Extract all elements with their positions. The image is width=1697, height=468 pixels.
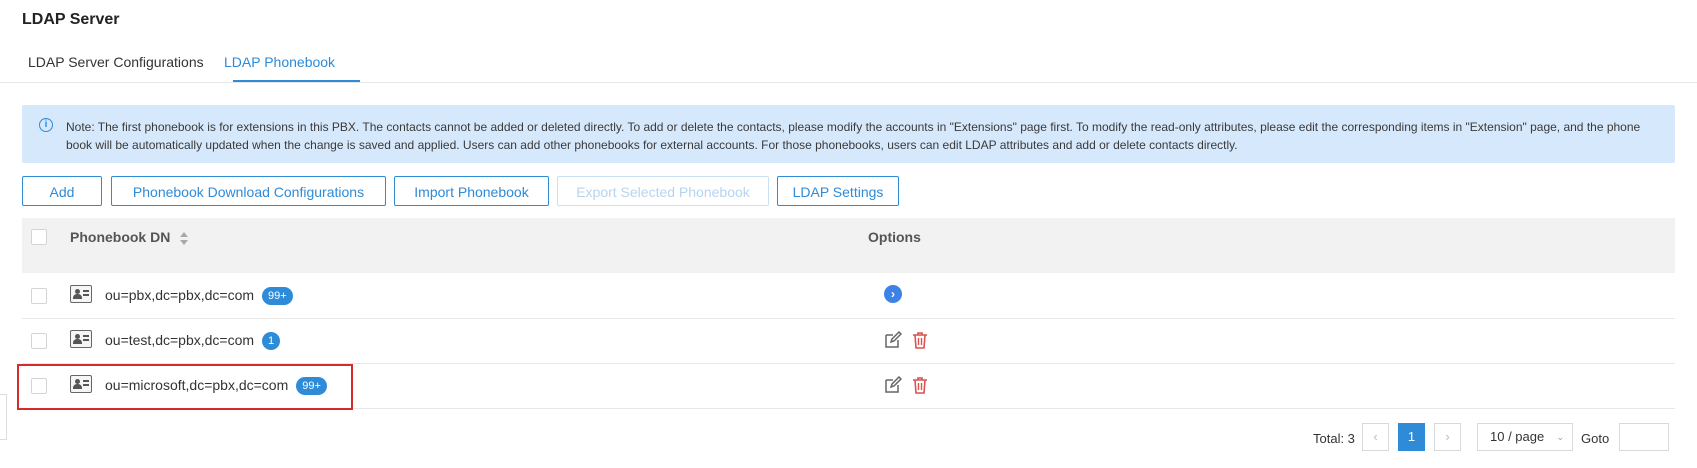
phonebook-dn-label: ou=test,dc=pbx,dc=com — [105, 332, 255, 348]
pagination-page-button[interactable]: 1 — [1398, 423, 1425, 451]
phonebook-download-configurations-button[interactable]: Phonebook Download Configurations — [111, 176, 386, 206]
active-tab-indicator — [233, 80, 360, 82]
phonebook-dn[interactable]: ou=test,dc=pbx,dc=com 1 — [105, 332, 281, 351]
pagination-prev-button[interactable]: ‹ — [1362, 423, 1389, 451]
table-row: ou=test,dc=pbx,dc=com 1 — [22, 319, 1675, 364]
delete-icon[interactable] — [912, 376, 928, 394]
info-note: i Note: The first phonebook is for exten… — [22, 105, 1675, 163]
info-icon: i — [39, 118, 53, 132]
chevron-down-icon: ⌄ — [1556, 432, 1564, 442]
note-text: Note: The first phonebook is for extensi… — [66, 120, 1641, 152]
highlight-box — [17, 364, 353, 410]
phonebook-icon — [70, 330, 92, 348]
row-checkbox[interactable] — [31, 333, 47, 349]
delete-icon[interactable] — [912, 331, 928, 349]
pagination-total: Total: 3 — [1313, 431, 1355, 446]
ldap-settings-button[interactable]: LDAP Settings — [777, 176, 899, 206]
page-size-value: 10 / page — [1490, 429, 1545, 444]
side-drawer-handle[interactable] — [0, 394, 7, 440]
tab-ldap-phonebook[interactable]: LDAP Phonebook — [224, 54, 335, 70]
contact-count-badge: 99+ — [262, 287, 293, 306]
table-row: ou=pbx,dc=pbx,dc=com 99+ › — [22, 274, 1675, 319]
header-phonebook-dn[interactable]: Phonebook DN — [70, 229, 170, 245]
chevron-right-icon[interactable]: › — [884, 285, 902, 303]
phonebook-dn[interactable]: ou=pbx,dc=pbx,dc=com 99+ — [105, 287, 293, 306]
phonebook-dn-label: ou=pbx,dc=pbx,dc=com — [105, 287, 255, 303]
table-header: Phonebook DN Options — [22, 218, 1675, 273]
select-all-checkbox[interactable] — [31, 229, 47, 245]
add-button[interactable]: Add — [22, 176, 102, 206]
goto-label: Goto — [1581, 431, 1610, 446]
contact-count-badge: 1 — [262, 332, 281, 351]
tab-ldap-server-configurations[interactable]: LDAP Server Configurations — [28, 54, 204, 70]
page-title: LDAP Server — [22, 11, 120, 28]
phonebook-icon — [70, 285, 92, 303]
row-checkbox[interactable] — [31, 288, 47, 304]
goto-input[interactable] — [1619, 423, 1669, 451]
edit-icon[interactable] — [884, 331, 902, 349]
page-size-select[interactable]: 10 / page ⌄ — [1477, 423, 1573, 451]
export-selected-phonebook-button[interactable]: Export Selected Phonebook — [557, 176, 769, 206]
pagination-next-button[interactable]: › — [1434, 423, 1461, 451]
header-options: Options — [868, 229, 921, 245]
tab-bar: LDAP Server Configurations LDAP Phoneboo… — [0, 44, 1697, 83]
sort-icon[interactable] — [180, 232, 188, 246]
import-phonebook-button[interactable]: Import Phonebook — [394, 176, 549, 206]
edit-icon[interactable] — [884, 376, 902, 394]
